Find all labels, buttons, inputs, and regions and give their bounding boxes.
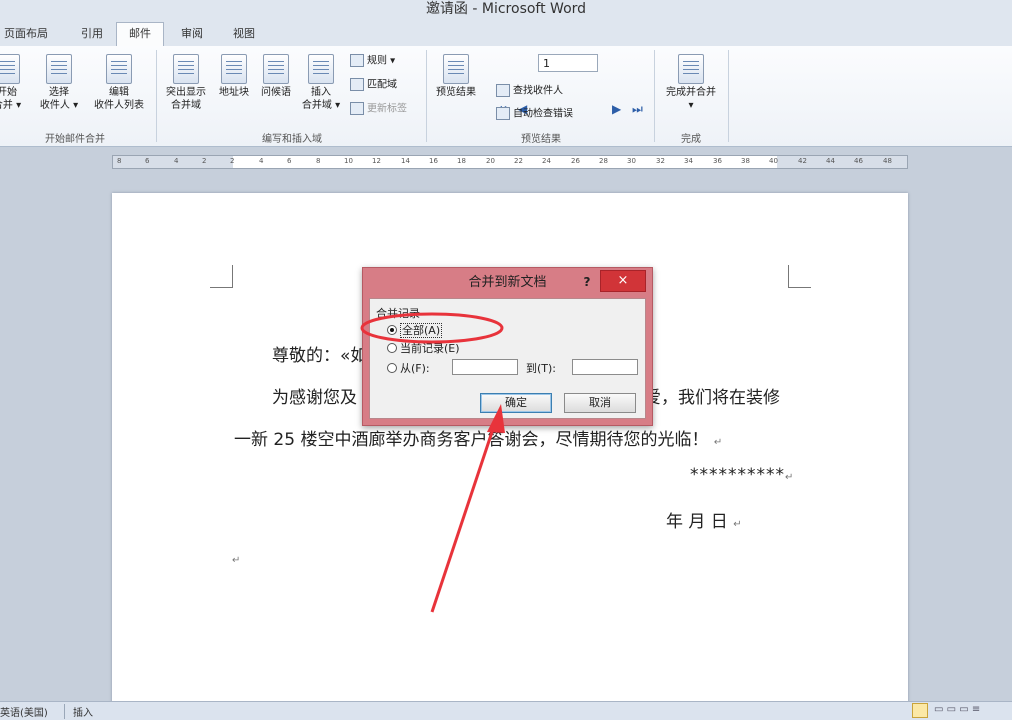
status-insert-mode[interactable]: 插入 (64, 704, 93, 719)
annotation-arrowhead (487, 404, 505, 433)
annotation-arrow-line (430, 419, 498, 613)
status-language[interactable]: 英语(美国) (0, 704, 48, 719)
status-bar: 英语(美国) 插入 ▭ ▭ ▭ ≡ (0, 701, 1012, 720)
annotation-overlay (360, 312, 505, 613)
annotation-ellipse (360, 312, 504, 344)
view-buttons-icons[interactable]: ▭ ▭ ▭ ≡ (934, 704, 980, 715)
print-layout-view-icon[interactable] (912, 703, 928, 718)
